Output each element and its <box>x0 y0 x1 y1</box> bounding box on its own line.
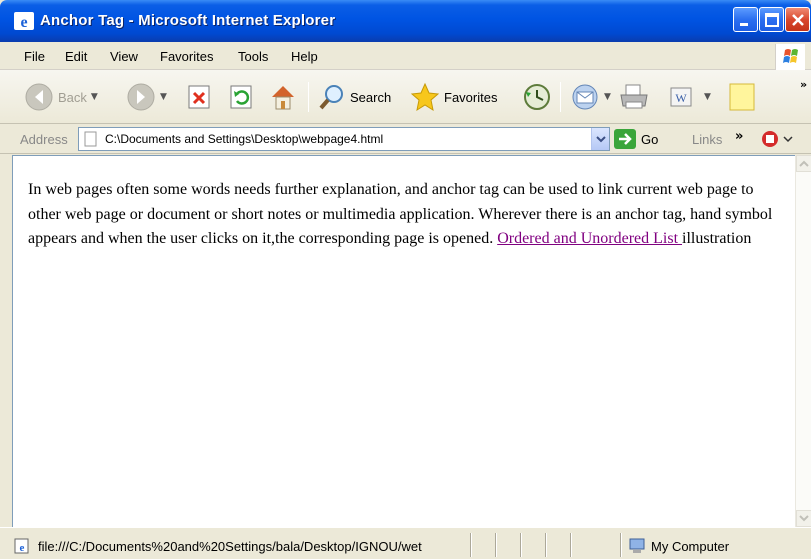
close-icon <box>792 14 804 26</box>
status-divider <box>620 533 622 557</box>
vertical-scrollbar[interactable] <box>795 155 811 527</box>
links-more-chevron[interactable]: » <box>735 129 743 144</box>
back-button[interactable]: Back ▼ <box>24 80 98 114</box>
refresh-button[interactable] <box>229 80 255 114</box>
back-arrow-icon <box>25 83 53 111</box>
title-bar[interactable]: e Anchor Tag - Microsoft Internet Explor… <box>0 0 811 42</box>
chevron-down-icon[interactable]: ▼ <box>704 92 711 102</box>
go-label: Go <box>641 131 659 147</box>
chevron-down-icon <box>596 136 606 143</box>
forward-button[interactable]: ▼ <box>126 80 167 114</box>
chevron-down-icon[interactable]: ▼ <box>160 92 167 102</box>
maximize-button[interactable] <box>759 7 784 32</box>
address-url: C:\Documents and Settings\Desktop\webpag… <box>105 132 384 146</box>
word-edit-icon: W <box>670 87 692 107</box>
go-button[interactable]: Go <box>614 129 658 149</box>
search-button[interactable]: Search <box>318 80 391 114</box>
page-viewport: In web pages often some words needs furt… <box>12 155 795 527</box>
stop-button[interactable] <box>187 80 213 114</box>
status-divider <box>470 533 472 557</box>
status-divider <box>570 533 572 557</box>
address-input[interactable]: C:\Documents and Settings\Desktop\webpag… <box>78 127 610 151</box>
forward-arrow-icon <box>127 83 155 111</box>
status-divider <box>520 533 522 557</box>
chevron-down-icon[interactable]: ▼ <box>604 92 611 102</box>
mail-button[interactable]: ▼ <box>570 80 611 114</box>
window-title: Anchor Tag - Microsoft Internet Explorer <box>40 12 336 29</box>
page-status-icon: e <box>14 538 29 554</box>
maximize-icon <box>765 13 779 27</box>
scroll-up-button[interactable] <box>796 155 811 172</box>
links-label[interactable]: Links <box>692 132 722 147</box>
address-dropdown-button[interactable] <box>591 128 609 150</box>
toolbar-overflow-chevron-icon[interactable]: » <box>800 78 807 91</box>
scroll-down-button[interactable] <box>796 510 811 527</box>
address-label: Address <box>20 132 68 147</box>
status-divider <box>545 533 547 557</box>
menu-view[interactable]: View <box>110 49 138 64</box>
favorites-button[interactable]: Favorites <box>410 80 497 114</box>
back-label: Back <box>58 89 87 105</box>
svg-text:e: e <box>20 542 25 554</box>
ordered-unordered-list-link[interactable]: Ordered and Unordered List <box>497 230 682 247</box>
favorites-star-icon <box>410 82 440 112</box>
status-text: file:///C:/Documents%20and%20Settings/ba… <box>38 539 422 554</box>
home-icon <box>272 86 294 110</box>
search-icon <box>319 85 343 110</box>
svg-text:W: W <box>675 91 687 105</box>
home-button[interactable] <box>268 80 298 114</box>
standard-toolbar: Back ▼ ▼ Search Favorites ▼ W ▼ » <box>0 70 811 124</box>
toolbar-separator <box>560 82 561 112</box>
security-zone-label: My Computer <box>651 539 730 554</box>
status-bar: e file:///C:/Documents%20and%20Settings/… <box>0 527 811 559</box>
page-paragraph: In web pages often some words needs furt… <box>28 178 773 252</box>
page-icon <box>84 131 97 147</box>
windows-logo-icon <box>775 44 805 70</box>
ie-icon: e <box>14 12 34 30</box>
menu-help[interactable]: Help <box>291 49 318 64</box>
chevron-down-icon <box>799 515 809 522</box>
chevron-up-icon <box>799 160 809 167</box>
minimize-button[interactable] <box>733 7 758 32</box>
print-icon <box>620 84 648 109</box>
favorites-label: Favorites <box>444 89 498 105</box>
note-icon <box>729 83 755 111</box>
print-button[interactable] <box>618 80 650 114</box>
paragraph-text-end: illustration <box>682 230 752 247</box>
stop-icon <box>188 85 210 109</box>
browser-window: e Anchor Tag - Microsoft Internet Explor… <box>0 0 811 559</box>
menu-favorites[interactable]: Favorites <box>160 49 213 64</box>
toolbar-extension-icon[interactable] <box>760 129 794 149</box>
go-arrow-icon <box>614 129 636 149</box>
menu-file[interactable]: File <box>24 49 45 64</box>
minimize-icon <box>740 23 748 26</box>
my-computer-icon <box>629 538 645 553</box>
refresh-icon <box>230 85 252 109</box>
chevron-down-icon[interactable]: ▼ <box>91 92 98 102</box>
mail-icon <box>572 84 598 110</box>
search-label: Search <box>350 89 392 105</box>
edit-button[interactable]: W ▼ <box>668 80 711 114</box>
status-divider <box>495 533 497 557</box>
svg-text:e: e <box>20 14 27 30</box>
menu-edit[interactable]: Edit <box>65 49 87 64</box>
address-bar: Address C:\Documents and Settings\Deskto… <box>0 124 811 154</box>
menu-bar: File Edit View Favorites Tools Help <box>0 42 811 70</box>
menu-tools[interactable]: Tools <box>238 49 268 64</box>
toolbar-separator <box>308 82 309 112</box>
history-icon <box>524 84 550 110</box>
messenger-button[interactable] <box>728 80 756 114</box>
history-button[interactable] <box>522 80 552 114</box>
close-button[interactable] <box>785 7 810 32</box>
